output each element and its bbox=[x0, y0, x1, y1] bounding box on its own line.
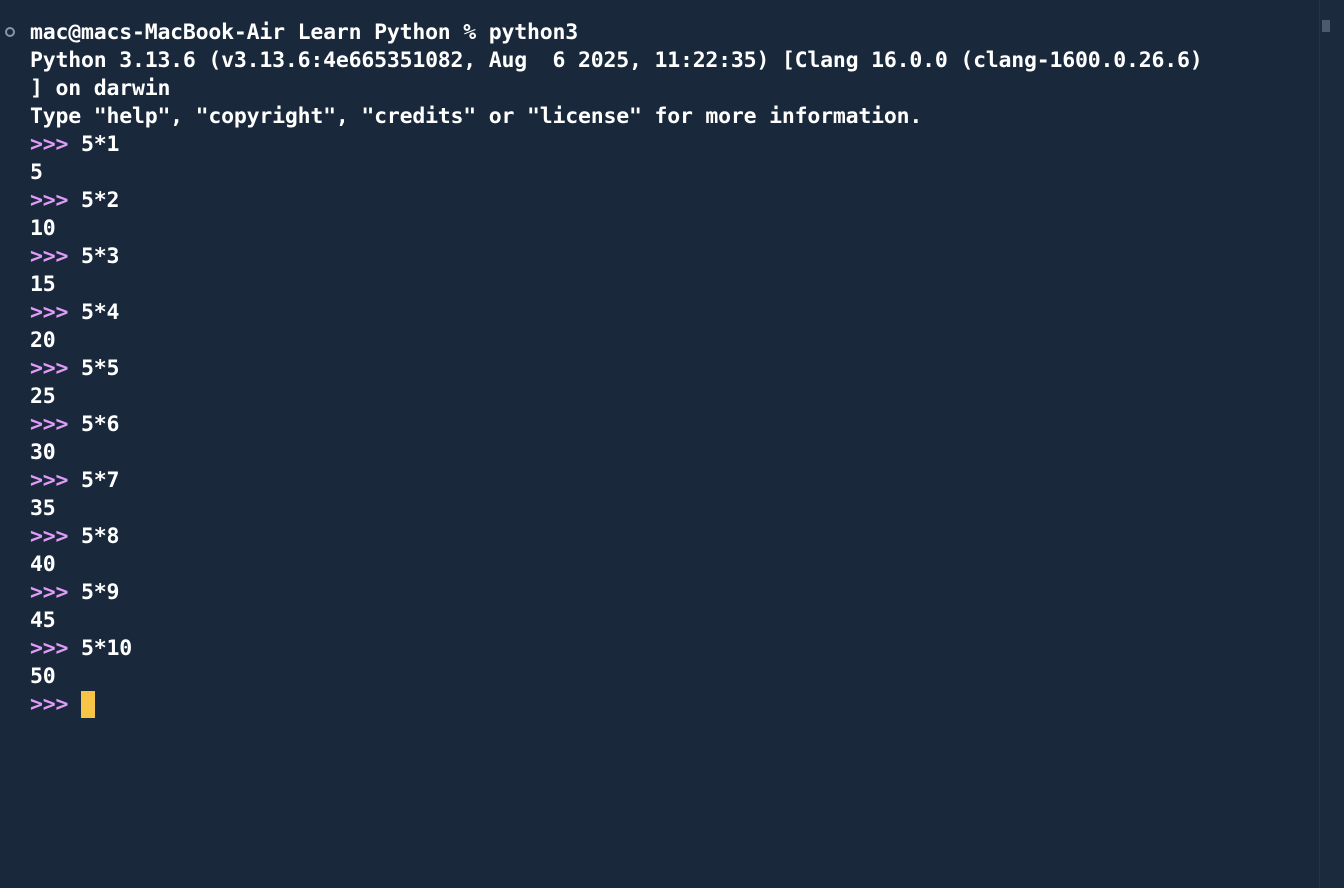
vertical-scrollbar[interactable] bbox=[1319, 0, 1344, 888]
repl-output-line: 50 bbox=[30, 664, 56, 689]
python-banner-line: Type "help", "copyright", "credits" or "… bbox=[30, 104, 923, 129]
repl-prompt: >>> bbox=[30, 356, 69, 381]
repl-output-line: 25 bbox=[30, 384, 56, 409]
repl-input: 5*3 bbox=[80, 244, 120, 269]
repl-input-line: >>> 5*9 bbox=[30, 579, 1320, 607]
repl-input: 5*6 bbox=[80, 412, 120, 437]
repl-prompt: >>> bbox=[30, 468, 69, 493]
repl-input: 5*8 bbox=[80, 524, 120, 549]
repl-prompt: >>> bbox=[30, 300, 69, 325]
repl-input-line: >>> 5*6 bbox=[30, 411, 1320, 439]
repl-input: 5*4 bbox=[80, 300, 120, 325]
repl-output-line: 35 bbox=[30, 496, 56, 521]
repl-input-line: >>> 5*7 bbox=[30, 467, 1320, 495]
repl-input-line: >>> 5*2 bbox=[30, 187, 1320, 215]
repl-input-line: >>> 5*8 bbox=[30, 523, 1320, 551]
shell-command-line: mac@macs-MacBook-Air Learn Python % pyth… bbox=[30, 20, 578, 45]
repl-prompt: >>> bbox=[30, 244, 69, 269]
python-banner-line: Python 3.13.6 (v3.13.6:4e665351082, Aug … bbox=[30, 48, 1203, 73]
repl-input: 5*5 bbox=[80, 356, 120, 381]
repl-prompt: >>> bbox=[30, 188, 69, 213]
repl-prompt: >>> bbox=[30, 580, 69, 605]
repl-prompt: >>> bbox=[30, 524, 69, 549]
text-cursor[interactable] bbox=[80, 691, 95, 718]
repl-output-line: 45 bbox=[30, 608, 56, 633]
repl-output-line: 10 bbox=[30, 216, 56, 241]
terminal-window[interactable]: mac@macs-MacBook-Air Learn Python % pyth… bbox=[0, 0, 1344, 888]
repl-prompt: >>> bbox=[30, 636, 69, 661]
repl-output-line: 30 bbox=[30, 440, 56, 465]
repl-prompt: >>> bbox=[30, 412, 69, 437]
repl-output-line: 20 bbox=[30, 328, 56, 353]
command-status-icon bbox=[5, 27, 15, 37]
repl-output-line: 5 bbox=[30, 160, 43, 185]
repl-input: 5*9 bbox=[80, 580, 120, 605]
repl-output-line: 40 bbox=[30, 552, 56, 577]
repl-input: 5*10 bbox=[80, 636, 132, 661]
repl-active-input-line[interactable]: >>> bbox=[30, 691, 1320, 719]
repl-input-line: >>> 5*5 bbox=[30, 355, 1320, 383]
repl-input-line: >>> 5*4 bbox=[30, 299, 1320, 327]
repl-input: 5*1 bbox=[80, 132, 120, 157]
repl-input-line: >>> 5*1 bbox=[30, 131, 1320, 159]
repl-input: 5*7 bbox=[80, 468, 120, 493]
repl-input-line: >>> 5*10 bbox=[30, 635, 1320, 663]
terminal-output: mac@macs-MacBook-Air Learn Python % pyth… bbox=[30, 19, 1320, 719]
repl-prompt: >>> bbox=[30, 692, 69, 717]
repl-prompt: >>> bbox=[30, 132, 69, 157]
python-banner-line: ] on darwin bbox=[30, 76, 171, 101]
repl-input-line: >>> 5*3 bbox=[30, 243, 1320, 271]
repl-input: 5*2 bbox=[80, 188, 120, 213]
repl-output-line: 15 bbox=[30, 272, 56, 297]
scrollbar-thumb[interactable] bbox=[1322, 20, 1330, 32]
